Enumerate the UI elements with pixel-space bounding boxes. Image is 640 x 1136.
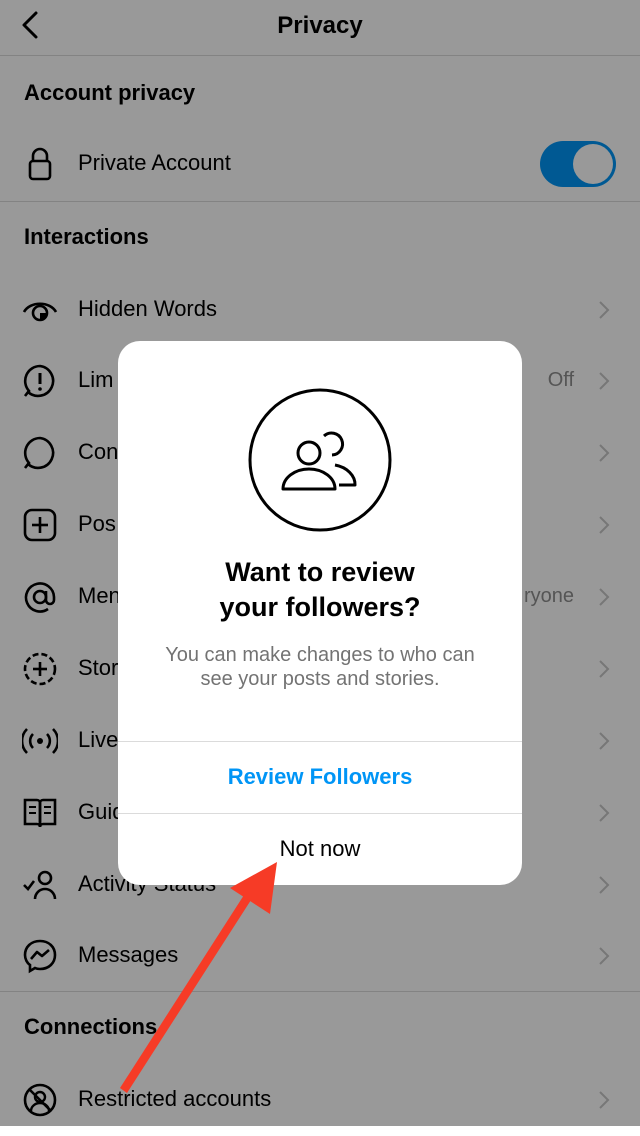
annotation-arrow bbox=[120, 862, 277, 1093]
arrow-shaft bbox=[120, 895, 251, 1093]
